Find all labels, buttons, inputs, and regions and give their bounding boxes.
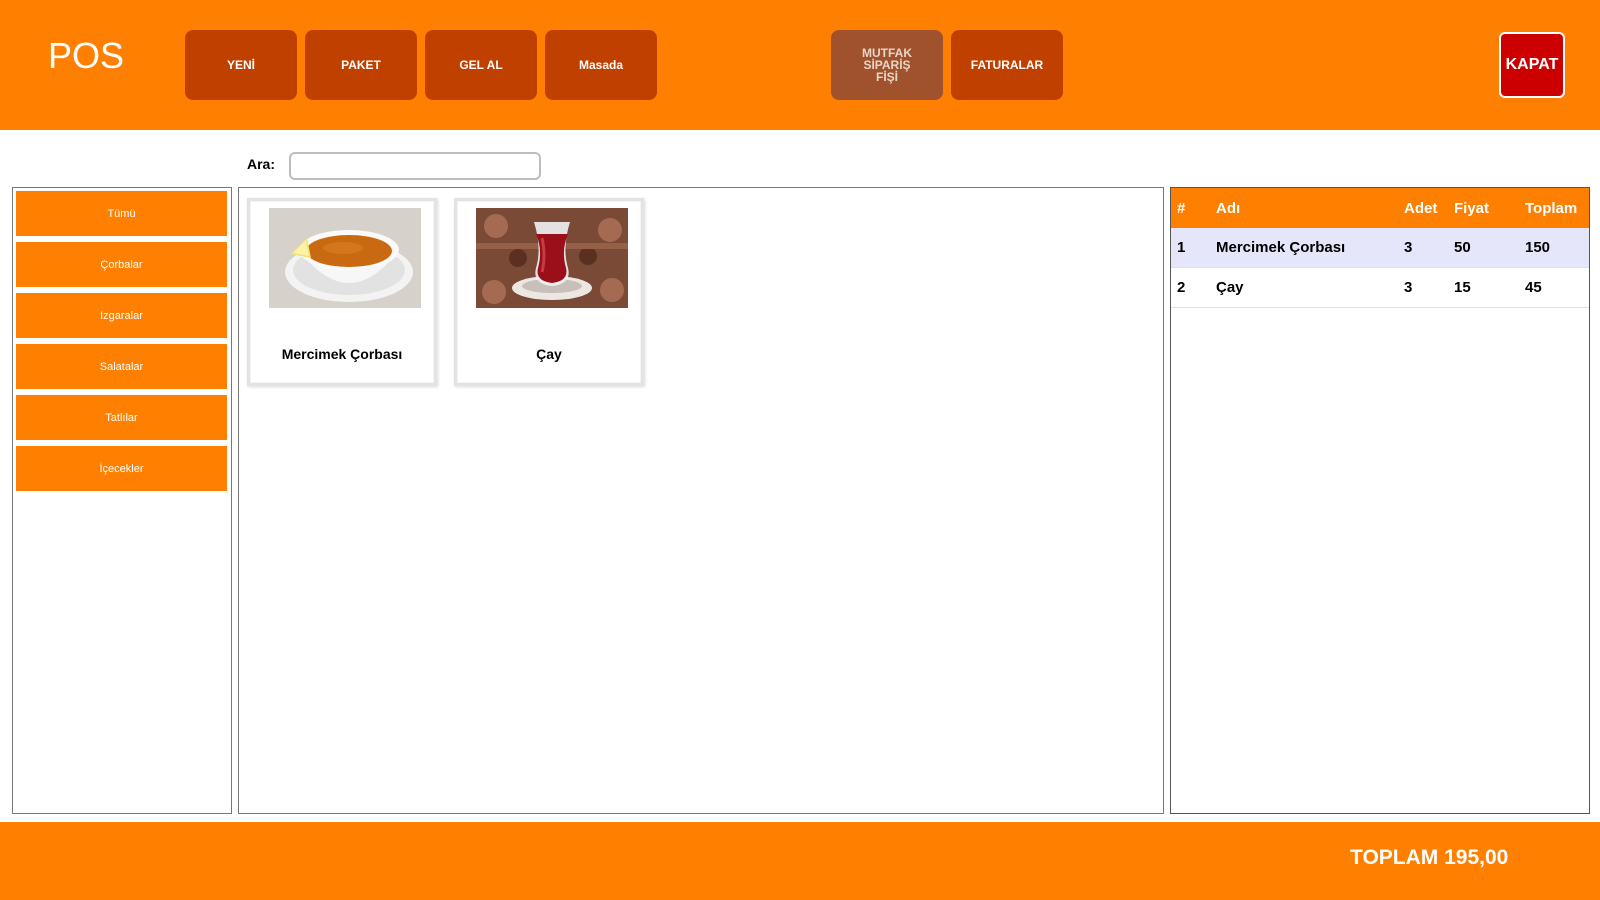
product-panel: Mercimek Çorbası Çay (238, 187, 1164, 814)
row-quantity: 3 (1404, 239, 1413, 256)
column-number: # (1177, 199, 1186, 217)
package-button[interactable]: PAKET (305, 30, 417, 100)
row-total: 150 (1525, 239, 1551, 256)
table-row[interactable]: 2 Çay 3 15 45 (1171, 268, 1589, 308)
row-price: 15 (1454, 279, 1471, 296)
category-salads[interactable]: Salatalar (16, 344, 227, 389)
category-panel: Tümü Çorbalar Izgaralar Salatalar Tatlıl… (12, 187, 232, 814)
product-name: Mercimek Çorbası (281, 346, 403, 362)
category-drinks[interactable]: İçecekler (16, 446, 227, 491)
row-number: 2 (1177, 279, 1186, 296)
table-row[interactable]: 1 Mercimek Çorbası 3 50 150 (1171, 228, 1589, 268)
soup-bowl-image (269, 208, 421, 308)
row-total: 45 (1525, 279, 1542, 296)
close-button[interactable]: KAPAT (1499, 32, 1565, 98)
search-label: Ara: (247, 156, 276, 172)
category-all[interactable]: Tümü (16, 191, 227, 236)
row-name: Mercimek Çorbası (1216, 239, 1346, 256)
column-name: Adı (1216, 199, 1241, 217)
kitchen-order-slip-button[interactable]: MUTFAK SİPARİŞ FİŞİ (831, 30, 943, 100)
table-button[interactable]: Masada (545, 30, 657, 100)
footer-bar: TOPLAM 195,00 (0, 822, 1600, 900)
category-grills[interactable]: Izgaralar (16, 293, 227, 338)
new-order-button[interactable]: YENİ (185, 30, 297, 100)
category-desserts[interactable]: Tatlılar (16, 395, 227, 440)
row-quantity: 3 (1404, 279, 1413, 296)
product-card-soup[interactable]: Mercimek Çorbası (247, 198, 437, 386)
column-total: Toplam (1525, 199, 1578, 217)
turkish-tea-glass-image (476, 208, 628, 308)
row-number: 1 (1177, 239, 1186, 256)
order-table: # Adı Adet Fiyat Toplam 1 Mercimek Çorba… (1170, 187, 1590, 814)
search-input[interactable] (289, 152, 541, 180)
invoices-button[interactable]: FATURALAR (951, 30, 1063, 100)
column-price: Fiyat (1454, 199, 1490, 217)
app-title: POS (48, 35, 125, 76)
row-name: Çay (1216, 279, 1244, 296)
grand-total: TOPLAM 195,00 (1350, 846, 1509, 869)
row-price: 50 (1454, 239, 1471, 256)
takeaway-button[interactable]: GEL AL (425, 30, 537, 100)
order-table-header: # Adı Adet Fiyat Toplam (1171, 188, 1589, 228)
header-bar: POS YENİ PAKET GEL AL Masada MUTFAK SİPA… (0, 0, 1600, 130)
column-quantity: Adet (1404, 199, 1438, 217)
product-card-tea[interactable]: Çay (454, 198, 644, 386)
category-soups[interactable]: Çorbalar (16, 242, 227, 287)
product-name: Çay (536, 346, 562, 362)
